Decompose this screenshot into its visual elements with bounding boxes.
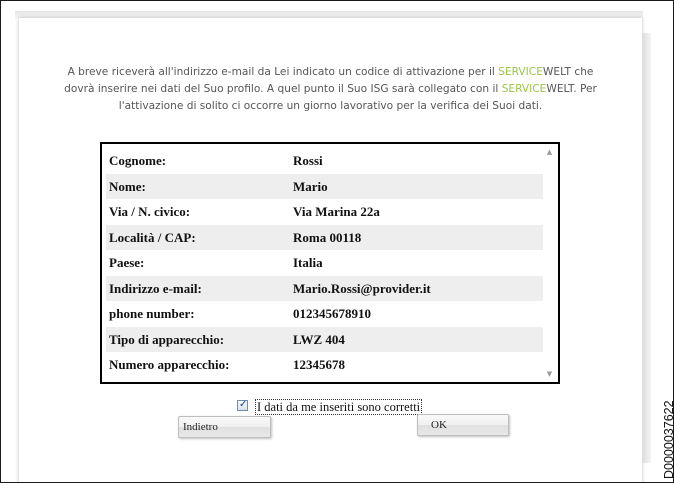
info-line-3: l'attivazione di solito ci occorre un gi…	[118, 100, 543, 112]
profile-field-label: Via / N. civico:	[109, 204, 191, 219]
brand-service: SERVICE	[498, 66, 543, 78]
profile-data-box[interactable]: Cognome: Rossi Nome: Mario Via / N. civico: V…	[100, 142, 560, 384]
checkmark-icon: ✓	[239, 399, 248, 410]
confirm-data-label[interactable]: I dati da me inseriti sono corretti	[255, 399, 423, 415]
brand-welt: WELT	[546, 83, 574, 95]
profile-field-label: Indirizzo e-mail:	[109, 280, 202, 296]
profile-field-value: 012345678910	[293, 306, 371, 321]
profile-field-label: Località / CAP:	[109, 229, 196, 245]
activation-info-text: A breve riceverà all'indirizzo e-mail da…	[19, 64, 642, 115]
profile-row: Località / CAP: Roma 00118	[106, 224, 543, 250]
profile-field-label: Nome:	[109, 178, 146, 194]
back-button[interactable]: Indietro	[178, 416, 271, 438]
profile-row: Cognome: Rossi	[106, 148, 543, 174]
profile-field-value: LWZ 404	[293, 331, 345, 347]
profile-row: phone number: 012345678910	[106, 301, 543, 327]
profile-row: Indirizzo e-mail: Mario.Rossi@provider.it	[106, 275, 543, 301]
info-line-1-end: che	[571, 66, 594, 78]
profile-field-value: Italia	[293, 255, 323, 270]
profile-field-label: phone number:	[109, 306, 195, 321]
profile-field-label: Tipo di apparecchio:	[109, 331, 225, 347]
ok-button[interactable]: OK	[417, 414, 509, 436]
profile-field-value: Via Marina 22a	[293, 204, 380, 219]
profile-row: Via / N. civico: Via Marina 22a	[106, 199, 543, 225]
info-line-2-text: dovrà inserire nei dati del Suo profilo.…	[64, 83, 502, 95]
profile-field-value: Mario.Rossi@provider.it	[293, 280, 431, 296]
scroll-up-arrow-icon[interactable]: ▲	[543, 146, 556, 158]
window-right-strip	[642, 33, 651, 463]
vertical-scrollbar[interactable]: ▲ ▼	[543, 146, 556, 380]
profile-row: Nome: Mario	[106, 173, 543, 199]
profile-field-label: Paese:	[109, 255, 145, 270]
info-line-2-end: . Per	[573, 83, 597, 95]
profile-rows: Cognome: Rossi Nome: Mario Via / N. civico: V…	[106, 148, 543, 378]
profile-field-value: Rossi	[293, 153, 323, 168]
confirm-data-checkbox[interactable]: ✓	[237, 399, 248, 411]
profile-row: Numero apparecchio: 12345678	[106, 352, 543, 378]
profile-row: Tipo di apparecchio: LWZ 404	[106, 326, 543, 352]
scroll-down-arrow-icon[interactable]: ▼	[543, 368, 556, 380]
brand-service: SERVICE	[501, 83, 547, 95]
profile-field-value: Mario	[293, 178, 328, 194]
profile-row: Paese: Italia	[106, 250, 543, 276]
info-line-2: dovrà inserire nei dati del Suo profilo.…	[19, 81, 642, 98]
document-id: D0000037622	[662, 400, 674, 479]
profile-field-value: Roma 00118	[293, 229, 362, 245]
info-line-1: A breve riceverà all'indirizzo e-mail da…	[19, 64, 642, 81]
screenshot-frame: A breve riceverà all'indirizzo e-mail da…	[0, 0, 674, 483]
brand-welt: WELT	[542, 66, 571, 78]
profile-field-label: Numero apparecchio:	[109, 357, 230, 372]
info-line-1-text: A breve riceverà all'indirizzo e-mail da…	[67, 66, 499, 78]
profile-field-value: 12345678	[293, 357, 345, 372]
profile-field-label: Cognome:	[109, 153, 167, 168]
